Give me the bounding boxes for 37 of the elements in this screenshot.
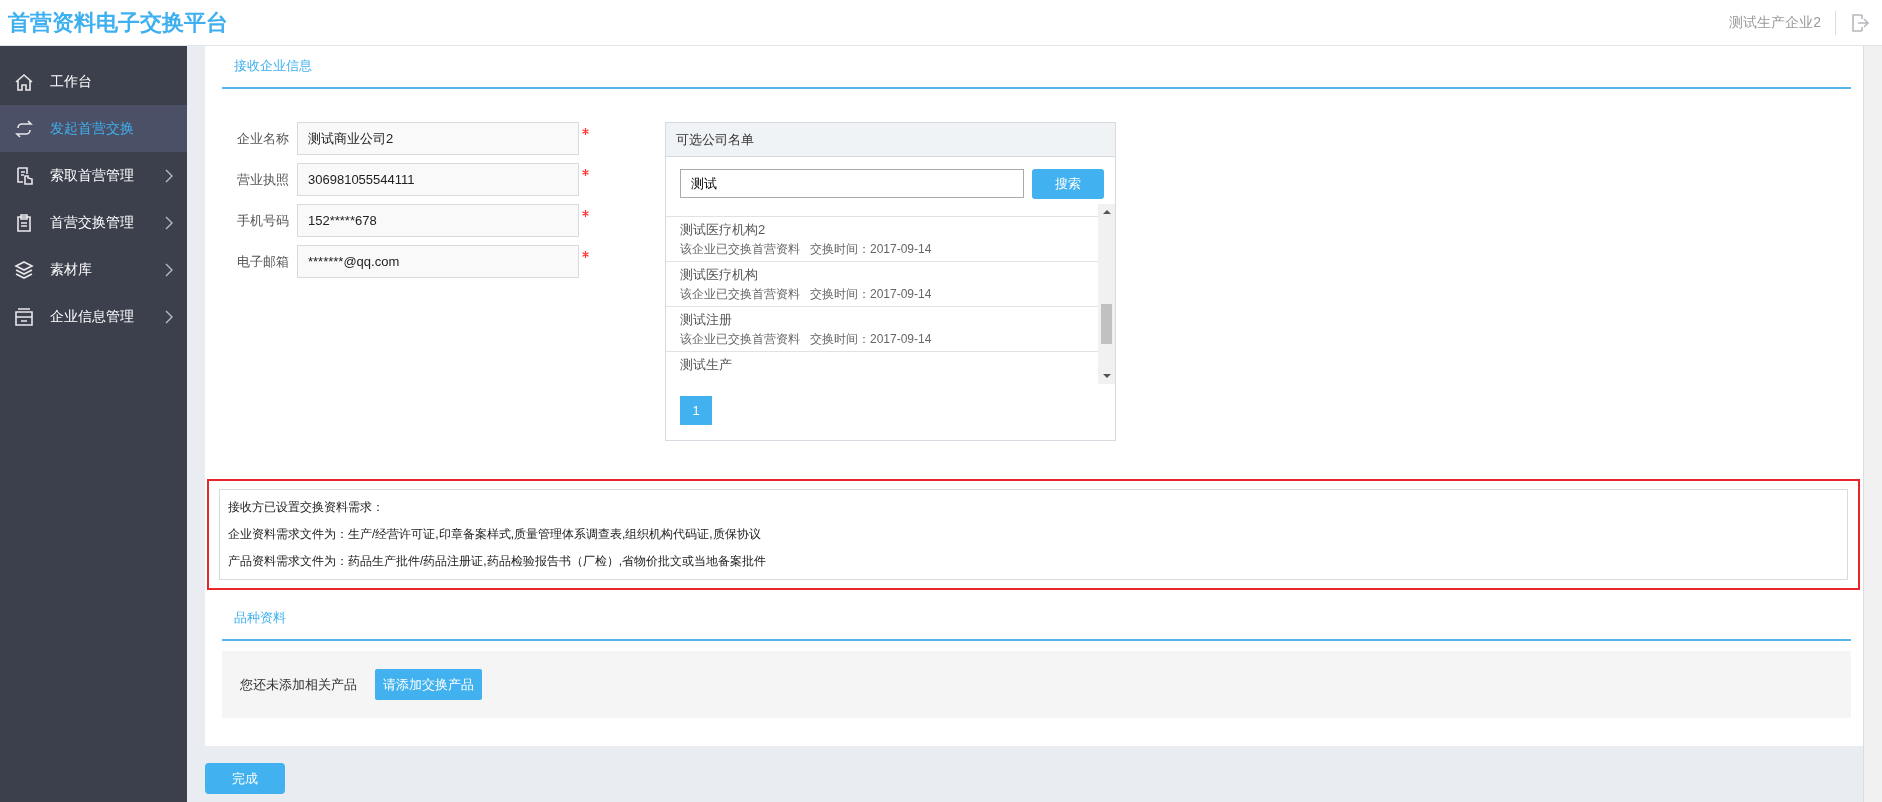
field-label: 企业名称 <box>237 129 290 148</box>
scrollbar[interactable] <box>1098 204 1115 384</box>
company-list-item[interactable]: 测试医疗机构2 该企业已交换首营资料 交换时间：2017-09-14 <box>666 216 1098 261</box>
input-field[interactable]: 306981055544111 <box>297 163 579 196</box>
scroll-up-icon[interactable] <box>1102 209 1111 215</box>
requirement-text: 企业资料需求文件为：生产/经营许可证,印章备案样式,质量管理体系调查表,组织机构代码证,质保协议 <box>228 526 762 543</box>
sidebar-item[interactable]: 首营交换管理 <box>0 199 187 246</box>
home-icon <box>14 71 34 92</box>
empty-message: 您还未添加相关产品 <box>240 675 357 694</box>
sidebar-item[interactable]: 索取首营管理 <box>0 152 187 199</box>
requirements-heading: 接收方已设置交换资料需求： <box>228 499 385 516</box>
input-field[interactable]: 152*****678 <box>297 204 579 237</box>
field-label: 电子邮箱 <box>237 252 290 271</box>
sidebar-item[interactable]: 工作台 <box>0 58 187 105</box>
input-field[interactable]: 测试商业公司2 <box>297 122 579 155</box>
company-list-item[interactable]: 测试医疗机构 该企业已交换首营资料 交换时间：2017-09-14 <box>666 261 1098 306</box>
company-list-item[interactable]: 测试注册 该企业已交换首营资料 交换时间：2017-09-14 <box>666 306 1098 351</box>
layers-icon <box>14 259 34 280</box>
section-title: 接收企业信息 <box>222 46 1851 89</box>
logout-icon[interactable] <box>1850 12 1870 33</box>
requirement-text: 产品资料需求文件为：药品生产批件/药品注册证,药品检验报告书（厂检）,省物价批文或当地备案批件 <box>228 553 767 570</box>
scroll-down-icon[interactable] <box>1102 373 1111 379</box>
search-field[interactable]: 测试 <box>680 169 1024 198</box>
field-label: 营业执照 <box>237 170 290 189</box>
sidebar-item[interactable]: 企业信息管理 <box>0 293 187 340</box>
cycle-arrows-icon <box>14 118 34 139</box>
section-title: 品种资料 <box>222 598 1851 641</box>
clipboard-icon <box>14 212 34 233</box>
app-title: 首营资料电子交换平台 <box>8 8 228 37</box>
field-label: 手机号码 <box>237 211 290 230</box>
input-field[interactable]: *******@qq.com <box>297 245 579 278</box>
document-hand-icon <box>14 165 34 186</box>
list-title: 可选公司名单 <box>666 123 1115 157</box>
tray-icon <box>14 306 34 327</box>
page-scrollbar[interactable] <box>1863 46 1882 802</box>
scroll-thumb[interactable] <box>1101 304 1112 344</box>
sidebar-item[interactable]: 素材库 <box>0 246 187 293</box>
